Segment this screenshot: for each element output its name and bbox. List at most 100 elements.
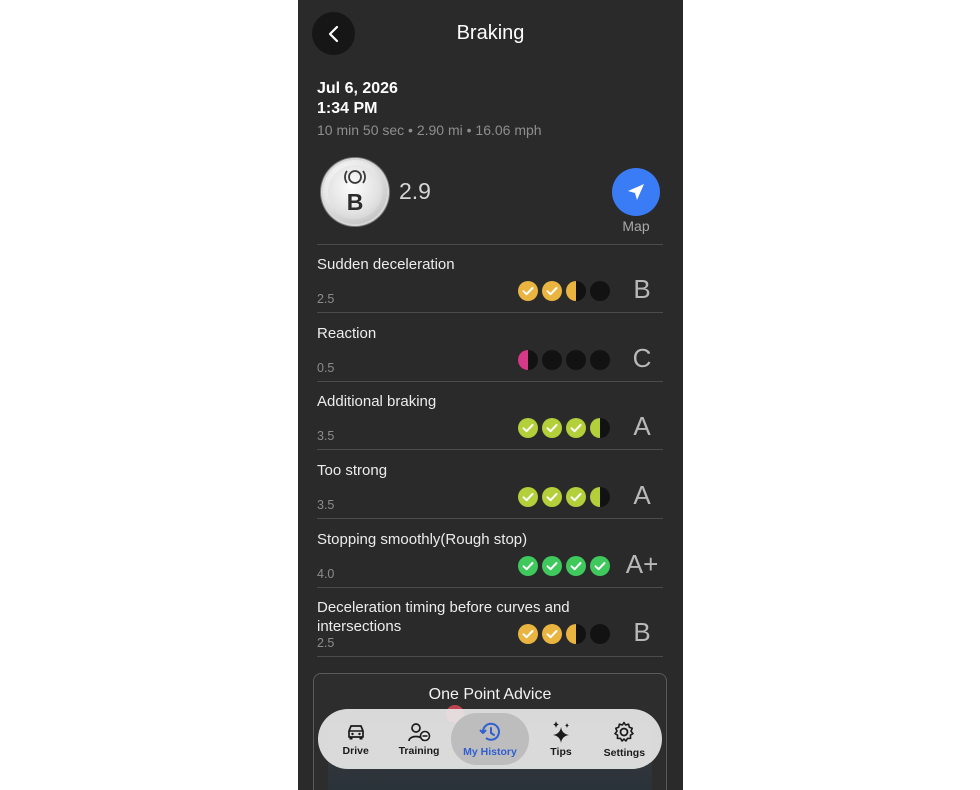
- overall-score: 2.9: [399, 178, 431, 204]
- metric-row: Sudden deceleration 2.5 B: [317, 255, 663, 313]
- check-icon: [570, 424, 582, 433]
- metric-label: Stopping smoothly(Rough stop): [317, 531, 528, 548]
- rating-dots: [518, 487, 610, 507]
- rating-dots: [518, 418, 610, 438]
- advice-title: One Point Advice: [428, 686, 552, 703]
- page-title: Braking: [456, 22, 525, 44]
- rating-dot-half: [518, 350, 538, 370]
- rating-dot-full: [542, 556, 562, 576]
- metric-grade: A+: [625, 549, 659, 579]
- rating-dots: [518, 350, 610, 370]
- brake-icon: [344, 170, 366, 184]
- divider: [317, 587, 663, 588]
- check-icon: [522, 630, 534, 639]
- bottom-tab-bar: Drive Training My History Tips Settings: [318, 709, 662, 769]
- rating-dot-empty: [542, 350, 562, 370]
- rating-dot-empty: [566, 350, 586, 370]
- check-icon: [594, 562, 606, 571]
- divider: [317, 381, 663, 382]
- rating-dot-half: [590, 487, 610, 507]
- tab-drive-label: Drive: [342, 744, 369, 757]
- divider: [317, 312, 663, 313]
- rating-dots: [518, 556, 610, 576]
- overall-grade-letter: B: [346, 189, 364, 215]
- rating-dot-full: [518, 624, 538, 644]
- check-icon: [570, 493, 582, 502]
- check-icon: [522, 424, 534, 433]
- rating-dot-full: [542, 624, 562, 644]
- metric-label: Sudden deceleration: [317, 256, 455, 273]
- rating-dot-full: [590, 556, 610, 576]
- metric-score: 3.5: [317, 429, 335, 443]
- tab-my-history-label: My History: [463, 745, 517, 758]
- tab-tips[interactable]: Tips: [529, 713, 592, 765]
- metric-score: 2.5: [317, 636, 335, 650]
- gear-icon: [614, 721, 635, 742]
- trip-summary: 10 min 50 sec • 2.90 mi • 16.06 mph: [317, 122, 542, 138]
- metric-score: 2.5: [317, 292, 335, 306]
- metric-row: Too strong 3.5 A: [317, 461, 663, 519]
- tab-settings[interactable]: Settings: [593, 713, 656, 765]
- divider: [317, 244, 663, 245]
- rating-dot-full: [542, 418, 562, 438]
- rating-dot-half: [566, 624, 586, 644]
- metric-row: Additional braking 3.5 A: [317, 392, 663, 450]
- trip-time: 1:34 PM: [317, 100, 378, 117]
- map-button[interactable]: [612, 168, 660, 216]
- metric-label: Too strong: [317, 462, 388, 479]
- check-icon: [522, 562, 534, 571]
- divider: [317, 518, 663, 519]
- check-icon: [546, 493, 558, 502]
- metric-grade: A: [633, 411, 651, 441]
- tab-training-label: Training: [398, 744, 440, 757]
- car-icon: [347, 724, 364, 739]
- metric-grade: C: [632, 343, 652, 373]
- rating-dot-full: [518, 487, 538, 507]
- rating-dot-full: [518, 418, 538, 438]
- metric-score: 0.5: [317, 361, 335, 375]
- metric-grade: B: [633, 274, 651, 304]
- history-icon: [479, 722, 500, 741]
- check-icon: [546, 630, 558, 639]
- tab-my-history[interactable]: My History: [450, 713, 530, 765]
- tab-settings-label: Settings: [603, 746, 646, 759]
- training-icon: [408, 722, 431, 741]
- rating-dot-half: [590, 418, 610, 438]
- divider: [317, 656, 663, 657]
- rating-dot-full: [566, 487, 586, 507]
- trip-date: Jul 6, 2026: [317, 80, 398, 97]
- rating-dot-empty: [590, 281, 610, 301]
- phone-screen: Braking Jul 6, 2026 1:34 PM 10 min 50 se…: [298, 0, 683, 790]
- check-icon: [522, 493, 534, 502]
- divider: [317, 449, 663, 450]
- navigation-arrow-icon: [628, 184, 644, 200]
- metric-row: Deceleration timing before curves and in…: [317, 598, 663, 656]
- metric-row: Reaction 0.5 C: [317, 324, 663, 382]
- metric-row: Stopping smoothly(Rough stop) 4.0 A+: [317, 530, 663, 588]
- rating-dot-full: [542, 281, 562, 301]
- map-label: Map: [622, 218, 650, 234]
- rating-dot-empty: [590, 624, 610, 644]
- metric-label: Additional braking: [317, 393, 437, 410]
- metric-score: 3.5: [317, 498, 335, 512]
- metric-label: Reaction: [317, 325, 377, 342]
- metric-grade: B: [633, 617, 651, 647]
- rating-dot-full: [566, 418, 586, 438]
- overall-grade-badge: B: [321, 158, 389, 226]
- rating-dot-empty: [590, 350, 610, 370]
- tab-tips-label: Tips: [550, 745, 572, 758]
- check-icon: [522, 287, 534, 296]
- rating-dot-full: [518, 281, 538, 301]
- rating-dots: [518, 281, 610, 301]
- rating-dot-full: [542, 487, 562, 507]
- check-icon: [546, 287, 558, 296]
- rating-dot-full: [518, 556, 538, 576]
- sparkle-icon: [553, 720, 569, 743]
- tab-training[interactable]: Training: [387, 713, 450, 765]
- rating-dot-half: [566, 281, 586, 301]
- rating-dots: [518, 624, 610, 644]
- metric-score: 4.0: [317, 567, 335, 581]
- check-icon: [546, 562, 558, 571]
- check-icon: [546, 424, 558, 433]
- tab-drive[interactable]: Drive: [324, 713, 387, 765]
